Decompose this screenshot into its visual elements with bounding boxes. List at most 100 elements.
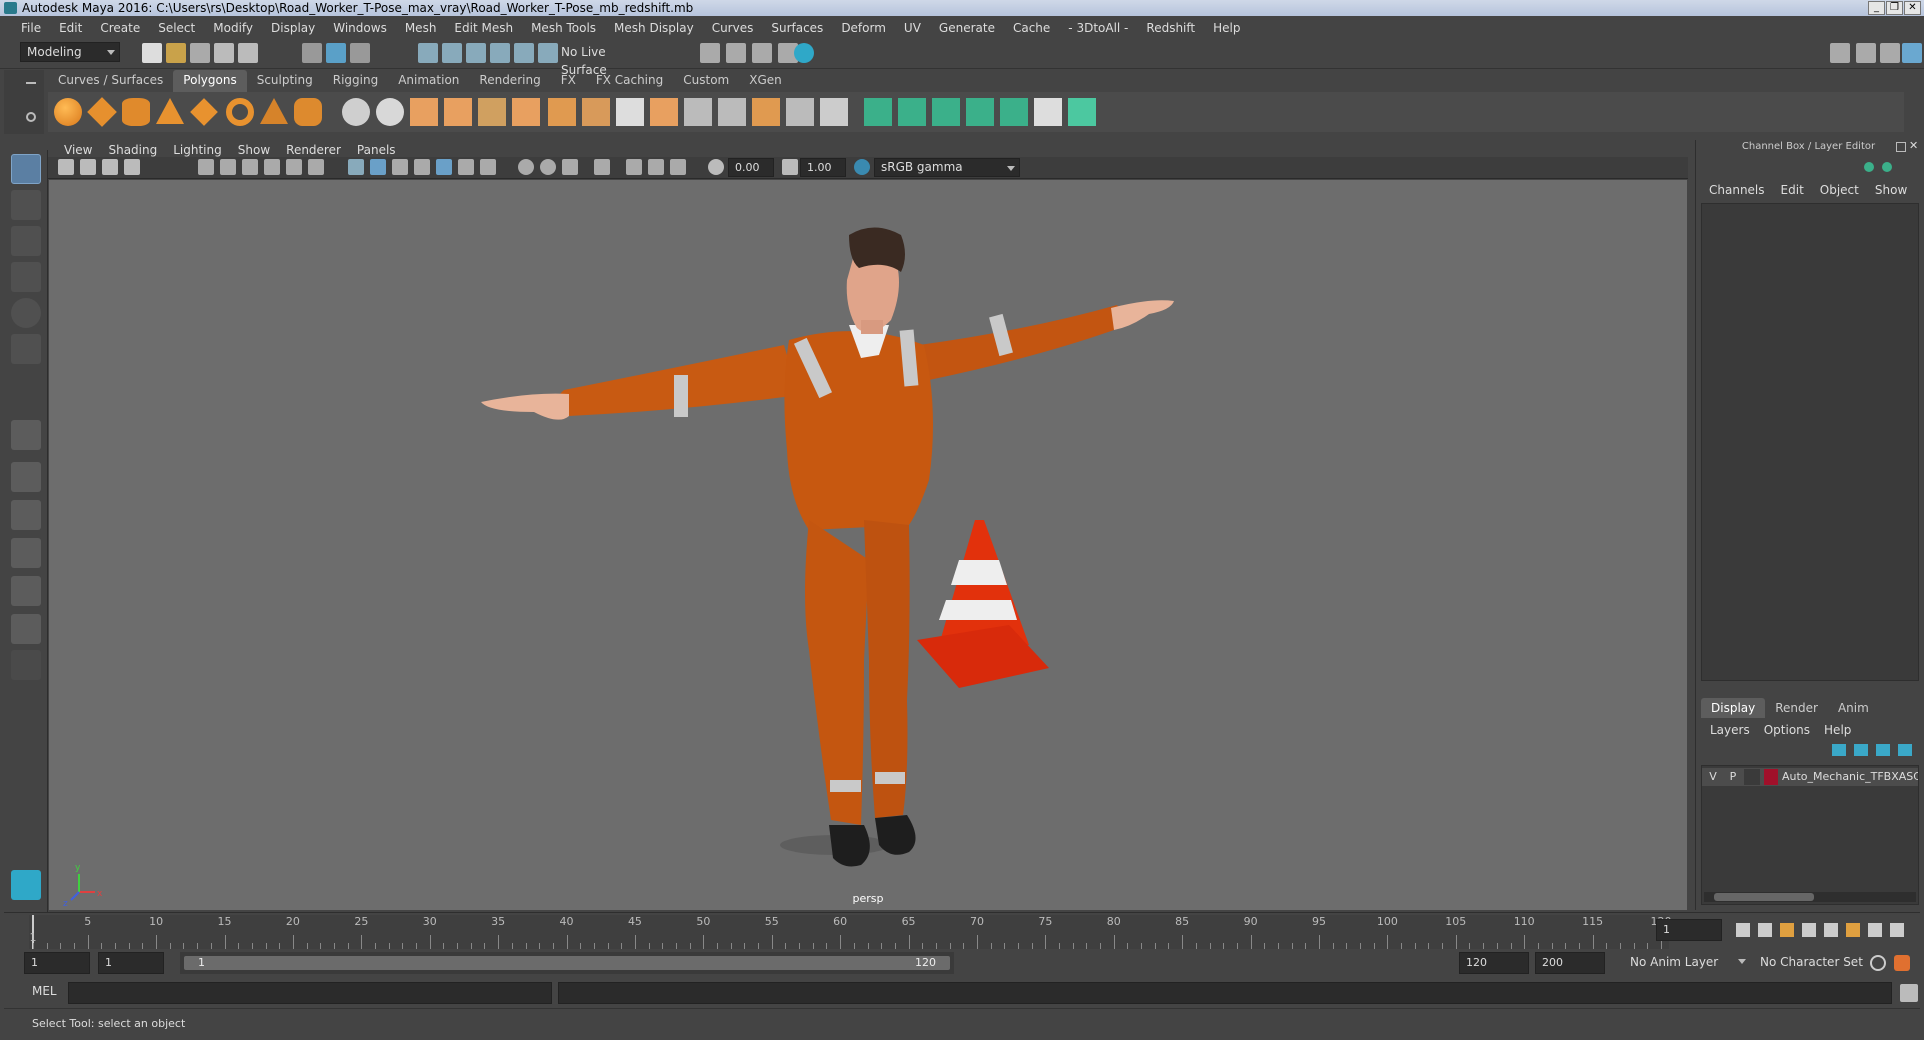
menu-surfaces[interactable]: Surfaces <box>762 21 832 35</box>
uv-cylindrical-icon[interactable] <box>898 98 926 126</box>
menu-mesh[interactable]: Mesh <box>396 21 446 35</box>
script-editor-icon[interactable] <box>1900 984 1918 1002</box>
image-plane-icon[interactable] <box>124 159 140 175</box>
merge-icon[interactable] <box>820 98 848 126</box>
menu-redshift[interactable]: Redshift <box>1137 21 1204 35</box>
extract-icon[interactable] <box>410 98 438 126</box>
move-layer-down-icon[interactable] <box>1854 744 1868 756</box>
combine-icon[interactable] <box>342 98 370 126</box>
tool-settings-icon[interactable] <box>1880 43 1900 63</box>
go-to-end-icon[interactable] <box>1890 923 1904 937</box>
tab-animation[interactable]: Animation <box>388 70 469 92</box>
menu-layers[interactable]: Layers <box>1703 720 1757 740</box>
tab-fx[interactable]: FX <box>551 70 586 92</box>
menu-modify[interactable]: Modify <box>204 21 262 35</box>
tab-polygons[interactable]: Polygons <box>173 70 247 92</box>
menu-generate[interactable]: Generate <box>930 21 1004 35</box>
gamma-icon[interactable] <box>782 159 798 175</box>
new-scene-icon[interactable] <box>142 43 162 63</box>
select-object-icon[interactable] <box>326 43 346 63</box>
tab-rendering[interactable]: Rendering <box>469 70 550 92</box>
isolate-select-icon[interactable] <box>594 159 610 175</box>
select-tool-icon[interactable] <box>11 154 41 184</box>
menu-windows[interactable]: Windows <box>324 21 396 35</box>
field-chart-icon[interactable] <box>286 159 302 175</box>
menu-create[interactable]: Create <box>91 21 149 35</box>
uv-editor-icon[interactable] <box>1034 98 1062 126</box>
uv-transfer-icon[interactable] <box>1000 98 1028 126</box>
snap-point-icon[interactable] <box>466 43 486 63</box>
poly-torus-icon[interactable] <box>226 98 254 126</box>
menu-channels[interactable]: Channels <box>1701 180 1773 200</box>
multi-cut-icon[interactable] <box>548 98 576 126</box>
panel-menu-shading[interactable]: Shading <box>100 143 165 157</box>
poly-cone-icon[interactable] <box>156 98 184 124</box>
play-backwards-icon[interactable] <box>1802 923 1816 937</box>
snap-grid-icon[interactable] <box>418 43 438 63</box>
gate-mask-icon[interactable] <box>264 159 280 175</box>
persp-graph-layout-icon[interactable] <box>11 538 41 568</box>
smooth-icon[interactable] <box>444 98 472 126</box>
step-forward-key-icon[interactable] <box>1846 923 1860 937</box>
range-slider[interactable]: 1 120 <box>180 952 954 974</box>
exposure-icon[interactable] <box>708 159 724 175</box>
single-perspective-layout-icon[interactable] <box>11 420 41 450</box>
poly-pyramid-icon[interactable] <box>260 98 288 124</box>
anim-layer-dropdown[interactable]: No Anim Layer <box>1624 952 1750 974</box>
menu-file[interactable]: File <box>12 21 50 35</box>
panel-menu-panels[interactable]: Panels <box>349 143 404 157</box>
anti-aliasing-icon[interactable] <box>540 159 556 175</box>
close-panel-icon[interactable]: ✕ <box>1909 140 1919 152</box>
menu-help[interactable]: Help <box>1204 21 1249 35</box>
menuset-dropdown[interactable]: Modeling <box>20 42 120 62</box>
range-slider-handle[interactable]: 1 120 <box>184 956 950 970</box>
poly-plane-icon[interactable] <box>190 98 218 126</box>
layer-color-swatch[interactable] <box>1764 769 1778 785</box>
tab-display[interactable]: Display <box>1701 698 1766 718</box>
menu-display[interactable]: Display <box>262 21 324 35</box>
step-back-key-icon[interactable] <box>1780 923 1794 937</box>
new-empty-layer-icon[interactable] <box>1876 744 1890 756</box>
current-frame-field[interactable]: 1 <box>1656 919 1722 941</box>
animation-start-field[interactable]: 1 <box>24 952 90 974</box>
layer-row[interactable]: V P Auto_Mechanic_TFBXASC <box>1702 768 1918 786</box>
film-gate-icon[interactable] <box>220 159 236 175</box>
select-component-icon[interactable] <box>350 43 370 63</box>
separate-icon[interactable] <box>376 98 404 126</box>
tab-curves-surfaces[interactable]: Curves / Surfaces <box>48 70 173 92</box>
connect-icon[interactable] <box>616 98 644 126</box>
scale-tool-icon[interactable] <box>11 334 41 364</box>
resolution-gate-icon[interactable] <box>242 159 258 175</box>
layer-list-scrollbar[interactable] <box>1704 892 1916 902</box>
bridge-icon[interactable] <box>718 98 746 126</box>
grid-icon[interactable] <box>198 159 214 175</box>
menu-edit-mesh[interactable]: Edit Mesh <box>445 21 522 35</box>
extrude-icon[interactable] <box>650 98 678 126</box>
ipr-render-icon[interactable] <box>726 43 746 63</box>
save-scene-icon[interactable] <box>190 43 210 63</box>
use-all-lights-icon[interactable] <box>436 159 452 175</box>
menu-3dtoall[interactable]: - 3DtoAll - <box>1059 21 1137 35</box>
render-settings-icon[interactable] <box>752 43 772 63</box>
menu-options[interactable]: Options <box>1757 720 1817 740</box>
character-set-dropdown[interactable]: No Character Set <box>1754 952 1864 974</box>
menu-edit[interactable]: Edit <box>50 21 91 35</box>
move-layer-up-icon[interactable] <box>1832 744 1846 756</box>
lasso-tool-icon[interactable] <box>11 190 41 220</box>
poly-cube-icon[interactable] <box>87 97 117 127</box>
panel-menu-lighting[interactable]: Lighting <box>165 143 230 157</box>
layout-options-icon[interactable] <box>11 650 41 680</box>
uv-planar-icon[interactable] <box>864 98 892 126</box>
open-scene-icon[interactable] <box>166 43 186 63</box>
uv-spherical-icon[interactable] <box>932 98 960 126</box>
shelf-scroll[interactable] <box>1906 92 1920 132</box>
color-management-icon[interactable] <box>854 159 870 175</box>
time-ruler[interactable]: 1 5 10 15 20 25 30 35 40 45 50 55 60 65 70 75 80 85 90 95 1… <box>29 915 1672 949</box>
animation-preferences-icon[interactable] <box>1894 955 1910 971</box>
make-live-icon[interactable] <box>514 43 534 63</box>
layer-visibility-toggle[interactable]: V <box>1704 769 1722 785</box>
panel-menu-renderer[interactable]: Renderer <box>278 143 349 157</box>
tab-fx-caching[interactable]: FX Caching <box>586 70 673 92</box>
playback-start-field[interactable]: 1 <box>98 952 164 974</box>
command-input[interactable] <box>68 982 552 1004</box>
